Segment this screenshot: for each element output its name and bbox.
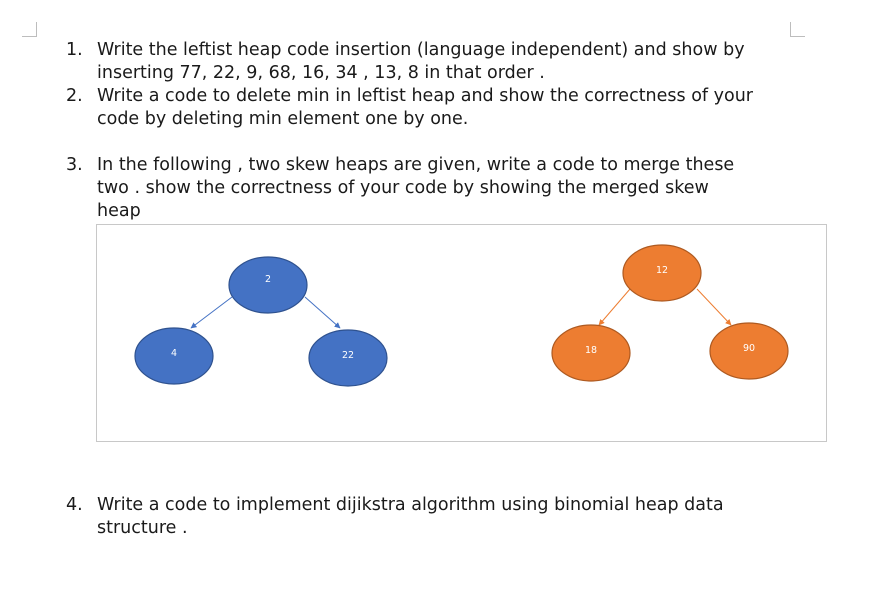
question-4-number: 4. (66, 495, 83, 515)
blue-right-label: 22 (342, 350, 354, 361)
question-2-number: 2. (66, 86, 83, 106)
orange-root-label: 12 (656, 265, 668, 276)
question-1-line-2: inserting 77, 22, 9, 68, 16, 34 , 13, 8 … (97, 63, 545, 83)
blue-root-node (228, 256, 308, 314)
blue-root-label: 2 (265, 274, 271, 285)
question-4-line-2: structure . (97, 518, 188, 538)
edge-orange-root-left (598, 288, 631, 326)
blue-left-label: 4 (171, 348, 177, 359)
question-1-line-1: Write the leftist heap code insertion (l… (97, 40, 745, 60)
orange-left-label: 18 (585, 345, 597, 356)
edge-blue-root-right (304, 296, 341, 329)
skew-heaps-figure: 2 4 22 12 18 90 (96, 224, 827, 442)
skew-heap-orange: 12 18 90 (551, 244, 789, 382)
question-2-line-2: code by deleting min element one by one. (97, 109, 469, 129)
question-3-line-3: heap (97, 201, 141, 221)
skew-heap-blue: 2 4 22 (134, 256, 388, 387)
question-3-line-1: In the following , two skew heaps are gi… (97, 155, 735, 175)
question-3-number: 3. (66, 155, 83, 175)
orange-right-label: 90 (743, 343, 755, 354)
page-corner-mark-top-right (790, 22, 805, 37)
edge-orange-root-right (696, 288, 732, 326)
edge-blue-root-left (190, 296, 233, 329)
question-3-line-2: two . show the correctness of your code … (97, 178, 709, 198)
question-4-line-1: Write a code to implement dijikstra algo… (97, 495, 724, 515)
page-corner-mark-top-left (22, 22, 37, 37)
question-1-number: 1. (66, 40, 83, 60)
question-2-line-1: Write a code to delete min in leftist he… (97, 86, 753, 106)
